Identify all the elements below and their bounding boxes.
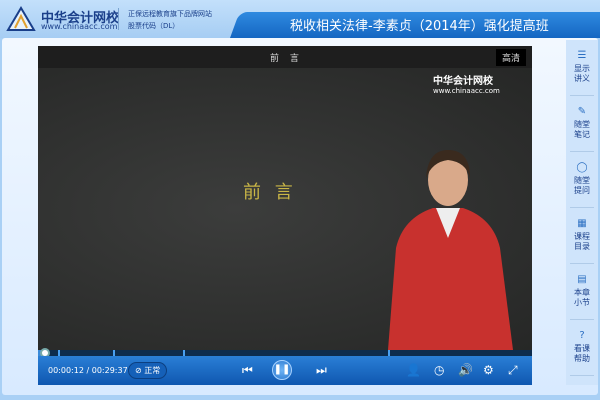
watermark-brand: 中华会计网校 xyxy=(433,76,493,87)
divider xyxy=(118,8,119,30)
quality-button[interactable]: 高清 xyxy=(495,49,526,66)
sidebar-item-label: 课程目录 xyxy=(574,232,590,251)
sidebar-item-help[interactable]: ? 看课帮助 xyxy=(570,320,594,376)
total-time: 00:29:37 xyxy=(91,366,128,375)
slide-text: 前 言 xyxy=(243,182,297,203)
header: 中华会计网校 www.chinaacc.com 正保远程教育旗下品牌网站 股票代… xyxy=(0,0,600,38)
watermark: 中华会计网校 www.chinaacc.com xyxy=(433,72,500,95)
course-title: 税收相关法律-李素贞（2014年）强化提高班 xyxy=(290,19,549,34)
sidebar-item-notes[interactable]: ✎ 随堂笔记 xyxy=(570,96,594,152)
time-separator: / xyxy=(86,366,90,375)
sidebar-item-catalog[interactable]: ▦ 课程目录 xyxy=(570,208,594,264)
fullscreen-icon[interactable]: ⤢ xyxy=(508,363,518,378)
user-icon[interactable]: 👤 xyxy=(406,363,421,377)
current-time: 00:00:12 xyxy=(48,366,84,375)
brand-url: www.chinaacc.com xyxy=(41,22,118,31)
stock-code: 股票代码（DL） xyxy=(128,22,180,30)
time-display: 00:00:12 / 00:29:37 xyxy=(48,366,128,375)
previous-icon[interactable]: ⏮ xyxy=(242,363,253,378)
sidebar-item-summary[interactable]: ▤ 本章小节 xyxy=(570,264,594,320)
sidebar-item-label: 随堂提问 xyxy=(574,176,590,195)
grid-icon: ▦ xyxy=(577,218,587,229)
sidebar-item-label: 看课帮助 xyxy=(574,344,590,363)
sidebar-item-label: 本章小节 xyxy=(574,288,590,307)
video-screen[interactable]: 前 言 中华会计网校 www.chinaacc.com xyxy=(38,68,532,350)
sidebar-item-handout[interactable]: ☰ 显示讲义 xyxy=(570,40,594,96)
document-icon: ▤ xyxy=(577,274,587,285)
list-icon: ☰ xyxy=(577,50,587,61)
lecturer-image xyxy=(388,150,513,350)
logo-icon xyxy=(6,6,36,31)
pencil-icon: ✎ xyxy=(577,106,587,117)
sidebar-item-label: 随堂笔记 xyxy=(574,120,590,139)
speed-button[interactable]: ⊘ 正常 xyxy=(128,362,168,379)
control-bar: 00:00:12 / 00:29:37 ⊘ 正常 ⏮ ❚❚ ⏭ 👤 ◷ 🔊 ⚙ … xyxy=(38,356,532,385)
video-title: 前 言 xyxy=(270,54,303,64)
speed-label: 正常 xyxy=(144,366,161,375)
sidebar-item-label: 显示讲义 xyxy=(574,64,590,83)
sidebar-item-question[interactable]: ◯ 随堂提问 xyxy=(570,152,594,208)
help-icon: ? xyxy=(579,330,585,341)
settings-icon[interactable]: ⚙ xyxy=(483,363,494,377)
pause-button[interactable]: ❚❚ xyxy=(272,360,292,380)
watermark-url: www.chinaacc.com xyxy=(433,87,500,95)
next-icon[interactable]: ⏭ xyxy=(316,363,327,378)
video-player[interactable]: 前 言 高清 前 言 中华会计网校 www.chinaacc.com 00:00:… xyxy=(38,46,532,385)
video-title-bar: 前 言 高清 xyxy=(38,46,532,68)
tagline: 正保远程教育旗下品牌网站 xyxy=(128,10,212,18)
volume-icon[interactable]: 🔊 xyxy=(458,363,473,377)
clock-icon[interactable]: ◷ xyxy=(434,363,444,377)
chat-icon: ◯ xyxy=(576,162,588,173)
sidebar: ☰ 显示讲义 ✎ 随堂笔记 ◯ 随堂提问 ▦ 课程目录 ▤ 本章小节 ? 看课帮助 xyxy=(566,40,598,385)
